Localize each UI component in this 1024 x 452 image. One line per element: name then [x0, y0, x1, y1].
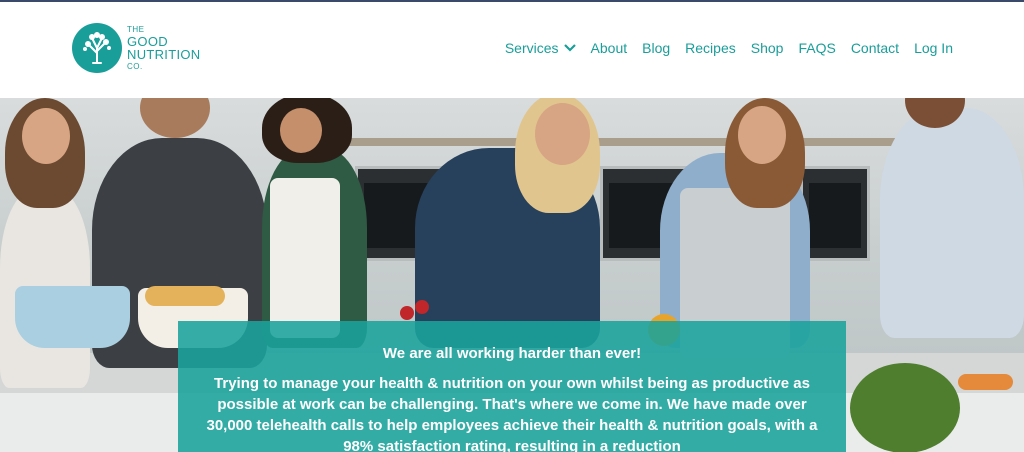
- nav-services[interactable]: Services: [505, 40, 576, 56]
- nav-services-label: Services: [504, 40, 559, 56]
- nav-login[interactable]: Log In: [914, 40, 953, 56]
- nav-faqs[interactable]: FAQS: [798, 40, 835, 56]
- chevron-down-icon: [563, 44, 576, 52]
- site-logo[interactable]: THE GOOD NUTRITION CO.: [72, 23, 200, 73]
- logo-wordmark: THE GOOD NUTRITION CO.: [127, 24, 200, 72]
- main-nav: Services About Blog Recipes Shop FAQS Co…: [505, 40, 953, 56]
- tree-icon: [72, 23, 122, 73]
- hero-body-text: Trying to manage your health & nutrition…: [206, 375, 818, 452]
- nav-about[interactable]: About: [591, 40, 628, 56]
- nav-recipes[interactable]: Recipes: [685, 40, 736, 56]
- hero-banner: We are all working harder than ever! Try…: [0, 98, 1024, 452]
- nav-blog[interactable]: Blog: [642, 40, 670, 56]
- hero-message-box: We are all working harder than ever! Try…: [178, 321, 846, 452]
- nav-shop[interactable]: Shop: [751, 40, 784, 56]
- logo-line-4: CO.: [127, 62, 143, 71]
- hero-heading: We are all working harder than ever!: [382, 345, 642, 362]
- site-header: THE GOOD NUTRITION CO. Services About Bl…: [0, 2, 1024, 98]
- nav-contact[interactable]: Contact: [851, 40, 899, 56]
- logo-line-3: NUTRITION: [127, 47, 201, 62]
